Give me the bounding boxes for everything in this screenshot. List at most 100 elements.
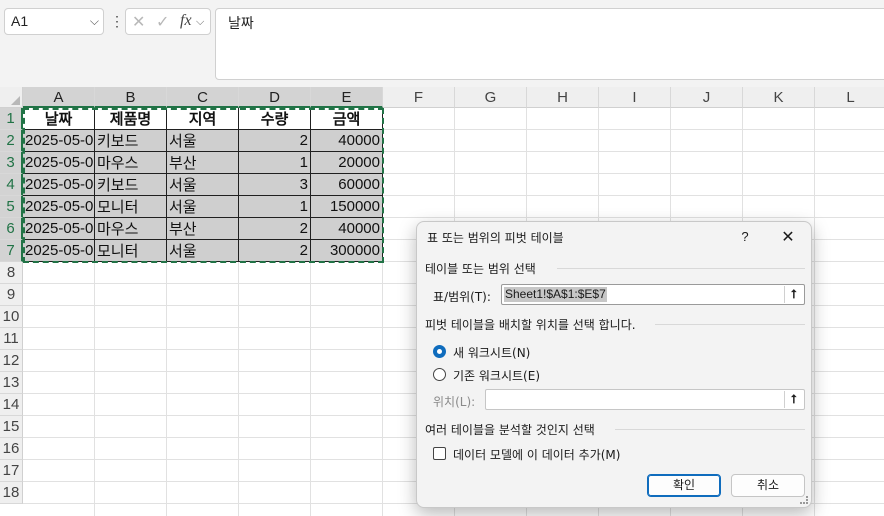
table-cell[interactable]: 1 bbox=[239, 152, 311, 174]
data-model-checkbox[interactable] bbox=[433, 447, 446, 460]
row-header-9[interactable]: 9 bbox=[0, 284, 23, 306]
table-cell[interactable]: 2025-05-0 bbox=[23, 130, 95, 152]
row-header-6[interactable]: 6 bbox=[0, 218, 23, 240]
more-options-icon[interactable]: ⋮ bbox=[110, 10, 124, 32]
table-cell[interactable]: 300000 bbox=[311, 240, 383, 262]
row-header-5[interactable]: 5 bbox=[0, 196, 23, 218]
column-header-c[interactable]: C bbox=[167, 87, 239, 108]
table-cell[interactable]: 부산 bbox=[167, 152, 239, 174]
row-header-12[interactable]: 12 bbox=[0, 350, 23, 372]
help-button[interactable]: ? bbox=[735, 226, 755, 248]
row-header-7[interactable]: 7 bbox=[0, 240, 23, 262]
table-cell[interactable]: 부산 bbox=[167, 218, 239, 240]
data-model-label[interactable]: 데이터 모델에 이 데이터 추가(M) bbox=[453, 446, 620, 463]
column-header-g[interactable]: G bbox=[455, 87, 527, 108]
select-all-corner[interactable] bbox=[0, 87, 23, 108]
location-input[interactable]: ⭡ bbox=[485, 389, 805, 410]
existing-worksheet-label[interactable]: 기존 워크시트(E) bbox=[453, 367, 540, 384]
table-cell[interactable]: 서울 bbox=[167, 196, 239, 218]
row-header-14[interactable]: 14 bbox=[0, 394, 23, 416]
column-header-f[interactable]: F bbox=[383, 87, 455, 108]
name-box[interactable]: A1 ⌵ bbox=[4, 8, 104, 35]
table-cell[interactable]: 2025-05-0 bbox=[23, 196, 95, 218]
excel-window: A1 ⌵ ⋮ ✕ ✓ fx ⌵ 날짜 ABCDEFGHIJKL123456789… bbox=[0, 0, 884, 516]
row-header-4[interactable]: 4 bbox=[0, 174, 23, 196]
collapse-dialog-icon[interactable]: ⭡ bbox=[784, 391, 803, 408]
formula-controls: ✕ ✓ fx ⌵ bbox=[125, 8, 211, 35]
column-header-l[interactable]: L bbox=[815, 87, 884, 108]
table-cell[interactable]: 마우스 bbox=[95, 152, 167, 174]
column-header-j[interactable]: J bbox=[671, 87, 743, 108]
formula-content: 날짜 bbox=[228, 16, 254, 32]
table-cell[interactable]: 150000 bbox=[311, 196, 383, 218]
cancel-icon[interactable]: ✕ bbox=[132, 12, 145, 31]
table-cell[interactable]: 모니터 bbox=[95, 240, 167, 262]
table-cell[interactable]: 2 bbox=[239, 130, 311, 152]
section-location-label: 피벗 테이블을 배치할 위치를 선택 합니다. bbox=[425, 318, 636, 332]
column-header-a[interactable]: A bbox=[23, 87, 95, 108]
header-cell[interactable]: 제품명 bbox=[95, 108, 167, 130]
table-cell[interactable]: 서울 bbox=[167, 174, 239, 196]
header-cell[interactable]: 수량 bbox=[239, 108, 311, 130]
row-header-8[interactable]: 8 bbox=[0, 262, 23, 284]
table-cell[interactable]: 마우스 bbox=[95, 218, 167, 240]
collapse-dialog-icon[interactable]: ⭡ bbox=[784, 286, 803, 303]
row-header-17[interactable]: 17 bbox=[0, 460, 23, 482]
table-cell[interactable]: 서울 bbox=[167, 240, 239, 262]
table-cell[interactable]: 60000 bbox=[311, 174, 383, 196]
new-worksheet-label[interactable]: 새 워크시트(N) bbox=[453, 344, 530, 361]
table-cell[interactable]: 2025-05-0 bbox=[23, 174, 95, 196]
existing-worksheet-radio[interactable] bbox=[433, 368, 446, 381]
table-cell[interactable]: 2025-05-0 bbox=[23, 218, 95, 240]
column-header-h[interactable]: H bbox=[527, 87, 599, 108]
cancel-button[interactable]: 취소 bbox=[731, 474, 805, 497]
pivot-table-dialog: 표 또는 범위의 피벗 테이블 ? ✕ 테이블 또는 범위 선택 표/범위(T)… bbox=[416, 221, 812, 508]
table-cell[interactable]: 1 bbox=[239, 196, 311, 218]
row-header-16[interactable]: 16 bbox=[0, 438, 23, 460]
divider bbox=[615, 429, 805, 430]
gridline bbox=[814, 108, 815, 516]
formula-input[interactable]: 날짜 bbox=[215, 8, 884, 80]
row-header-11[interactable]: 11 bbox=[0, 328, 23, 350]
row-header-10[interactable]: 10 bbox=[0, 306, 23, 328]
name-box-value: A1 bbox=[11, 13, 29, 29]
column-header-k[interactable]: K bbox=[743, 87, 815, 108]
row-header-13[interactable]: 13 bbox=[0, 372, 23, 394]
table-cell[interactable]: 2025-05-0 bbox=[23, 152, 95, 174]
resize-grip-icon[interactable] bbox=[800, 496, 808, 504]
header-cell[interactable]: 날짜 bbox=[23, 108, 95, 130]
row-header-18[interactable]: 18 bbox=[0, 482, 23, 504]
row-header-2[interactable]: 2 bbox=[0, 130, 23, 152]
table-cell[interactable]: 2025-05-0 bbox=[23, 240, 95, 262]
table-cell[interactable]: 3 bbox=[239, 174, 311, 196]
column-header-i[interactable]: I bbox=[599, 87, 671, 108]
table-cell[interactable]: 2 bbox=[239, 240, 311, 262]
table-cell[interactable]: 키보드 bbox=[95, 174, 167, 196]
table-cell[interactable]: 2 bbox=[239, 218, 311, 240]
row-header-1[interactable]: 1 bbox=[0, 108, 23, 130]
chevron-down-icon[interactable]: ⌵ bbox=[196, 15, 204, 29]
column-header-e[interactable]: E bbox=[311, 87, 383, 108]
range-value: Sheet1!$A$1:$E$7 bbox=[504, 287, 607, 302]
chevron-down-icon[interactable]: ⌵ bbox=[90, 9, 99, 34]
table-cell[interactable]: 20000 bbox=[311, 152, 383, 174]
column-header-d[interactable]: D bbox=[239, 87, 311, 108]
column-header-b[interactable]: B bbox=[95, 87, 167, 108]
table-cell[interactable]: 모니터 bbox=[95, 196, 167, 218]
close-icon[interactable]: ✕ bbox=[777, 226, 799, 248]
header-cell[interactable]: 금액 bbox=[311, 108, 383, 130]
new-worksheet-radio[interactable] bbox=[433, 345, 446, 358]
table-cell[interactable]: 서울 bbox=[167, 130, 239, 152]
ok-button[interactable]: 확인 bbox=[647, 474, 721, 497]
row-header-3[interactable]: 3 bbox=[0, 152, 23, 174]
table-cell[interactable]: 40000 bbox=[311, 218, 383, 240]
table-cell[interactable]: 키보드 bbox=[95, 130, 167, 152]
header-cell[interactable]: 지역 bbox=[167, 108, 239, 130]
enter-icon[interactable]: ✓ bbox=[156, 12, 169, 31]
table-cell[interactable]: 40000 bbox=[311, 130, 383, 152]
divider bbox=[557, 268, 805, 269]
row-header-15[interactable]: 15 bbox=[0, 416, 23, 438]
range-input[interactable]: Sheet1!$A$1:$E$7 ⭡ bbox=[501, 284, 805, 305]
insert-function-icon[interactable]: fx bbox=[180, 12, 192, 30]
section-source-label: 테이블 또는 범위 선택 bbox=[425, 262, 536, 276]
